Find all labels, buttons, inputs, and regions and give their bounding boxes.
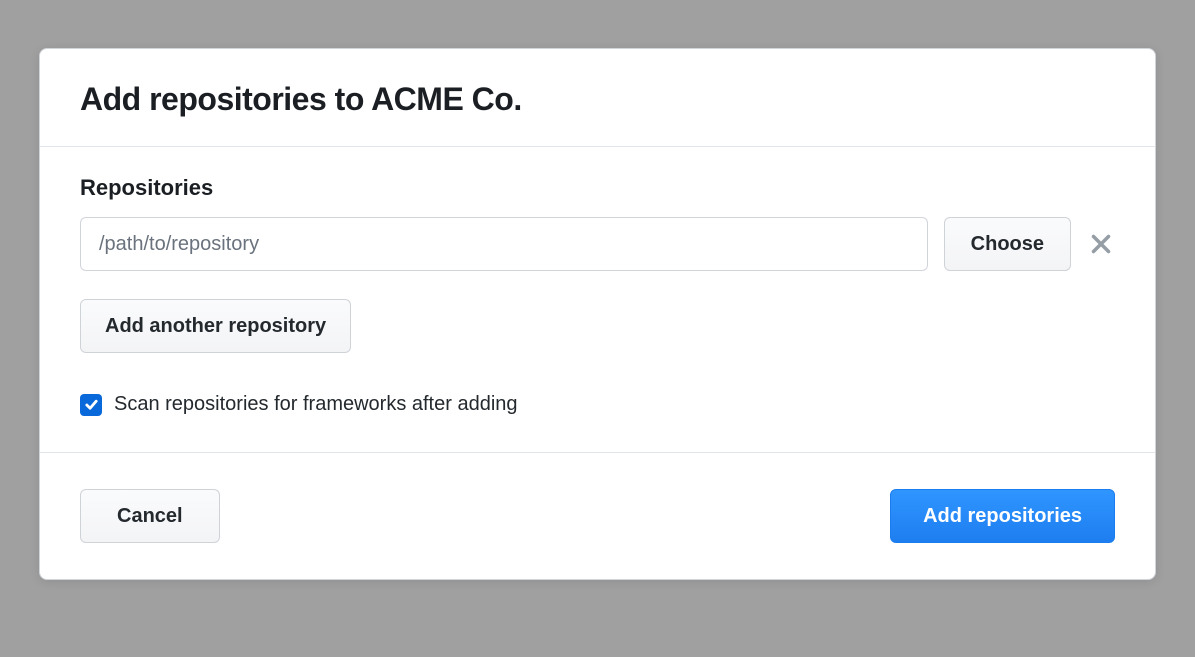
repository-row: Choose (80, 217, 1115, 271)
add-another-repository-button[interactable]: Add another repository (80, 299, 351, 353)
dialog-title: Add repositories to ACME Co. (80, 81, 1115, 118)
dialog-footer: Cancel Add repositories (40, 453, 1155, 579)
cancel-button[interactable]: Cancel (80, 489, 220, 543)
scan-frameworks-checkbox[interactable] (80, 394, 102, 416)
remove-repository-icon[interactable] (1087, 230, 1115, 258)
check-icon (84, 397, 99, 412)
dialog-body: Repositories Choose Add another reposito… (40, 147, 1155, 453)
scan-frameworks-label[interactable]: Scan repositories for frameworks after a… (114, 393, 518, 416)
add-repositories-dialog: Add repositories to ACME Co. Repositorie… (39, 48, 1156, 580)
dialog-header: Add repositories to ACME Co. (40, 49, 1155, 147)
scan-checkbox-row: Scan repositories for frameworks after a… (80, 393, 1115, 416)
repository-path-input[interactable] (80, 217, 928, 271)
close-icon (1091, 234, 1111, 254)
choose-button[interactable]: Choose (944, 217, 1071, 271)
add-repositories-button[interactable]: Add repositories (890, 489, 1115, 543)
repositories-label: Repositories (80, 175, 1115, 201)
